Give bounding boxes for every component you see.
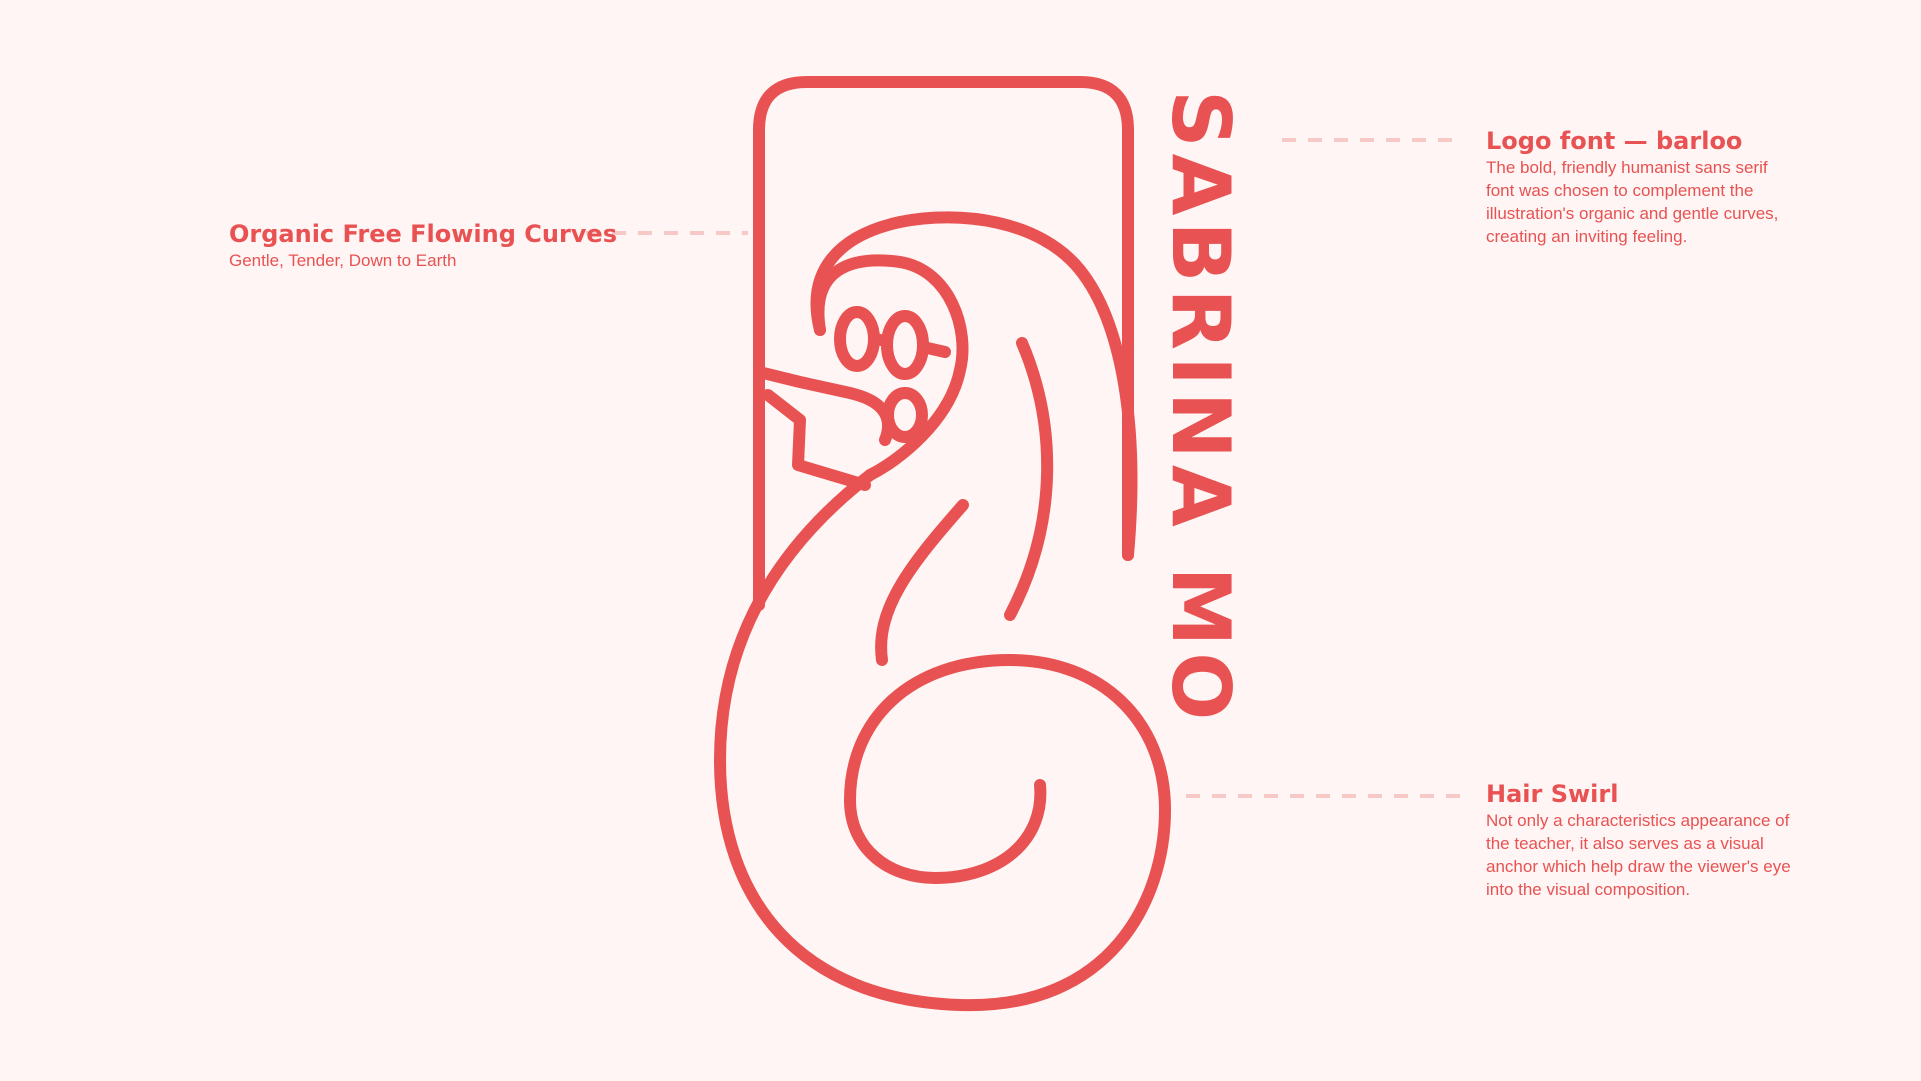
- annotation-curves-subtitle: Gentle, Tender, Down to Earth: [229, 251, 457, 270]
- annotation-swirl: Hair Swirl Not only a characteristics ap…: [1486, 779, 1796, 901]
- annotation-swirl-title: Hair Swirl: [1486, 780, 1619, 808]
- annotation-swirl-description: Not only a characteristics appearance of…: [1486, 811, 1791, 899]
- annotation-font-title: Logo font — barloo: [1486, 127, 1743, 155]
- hair-strand-left: [875, 499, 969, 666]
- wordmark-text: SABRINA MO: [1154, 90, 1247, 727]
- annotation-curves: Organic Free Flowing Curves Gentle, Tend…: [229, 219, 617, 272]
- annotation-curves-title: Organic Free Flowing Curves: [229, 220, 617, 248]
- swirl-outer: [714, 469, 1171, 1012]
- hair-strand-right: [1004, 337, 1054, 621]
- annotation-font: Logo font — barloo The bold, friendly hu…: [1486, 126, 1796, 248]
- hair-outline: [810, 211, 1138, 561]
- glasses-temple: [917, 341, 951, 358]
- book-spine: [762, 389, 871, 491]
- annotation-font-description: The bold, friendly humanist sans serif f…: [1486, 158, 1779, 246]
- glasses-bridge: [868, 333, 893, 347]
- canvas: SABRINA MO Organic Free Flowing Curves G…: [0, 0, 1921, 1081]
